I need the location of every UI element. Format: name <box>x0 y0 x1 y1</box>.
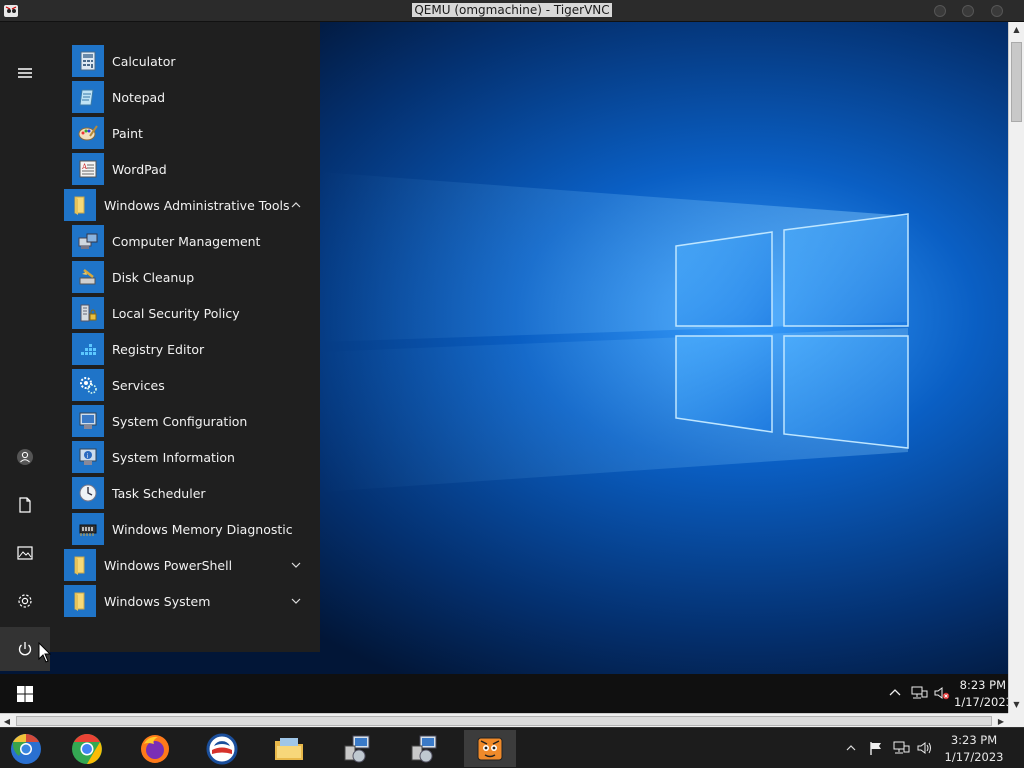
menu-item-calculator[interactable]: Calculator <box>72 44 320 78</box>
menu-group-windows-system[interactable]: Windows System <box>64 584 320 618</box>
hamburger-menu-button[interactable] <box>0 51 50 95</box>
taskbar-app-firefox[interactable] <box>129 730 181 767</box>
minimize-button[interactable] <box>934 5 946 17</box>
chevron-down-icon[interactable] <box>290 595 302 607</box>
user-avatar-icon <box>17 449 33 465</box>
chevron-down-icon[interactable] <box>290 559 302 571</box>
taskbar-app-network-computer-1[interactable] <box>330 730 382 767</box>
folder-icon <box>64 189 96 221</box>
documents-icon <box>19 497 31 513</box>
network-computer-icon <box>411 735 437 762</box>
scroll-right-arrow-icon[interactable]: ▶ <box>994 714 1008 728</box>
security-policy-icon <box>72 297 104 329</box>
scroll-up-arrow-icon[interactable]: ▲ <box>1009 22 1024 37</box>
paint-icon <box>72 117 104 149</box>
pictures-button[interactable] <box>0 531 50 575</box>
remote-clock-time: 8:23 PM <box>959 678 1006 692</box>
remote-clock[interactable]: 8:23 PM 1/17/2023 <box>954 677 1013 711</box>
notepad-icon <box>72 81 104 113</box>
taskbar-app-file-manager[interactable] <box>263 730 315 767</box>
host-volume-icon[interactable] <box>916 740 934 756</box>
scroll-corner <box>1008 713 1024 727</box>
menu-item-wordpad[interactable]: A WordPad <box>72 152 320 186</box>
settings-gear-icon <box>18 594 32 608</box>
obama-logo-icon <box>206 733 238 764</box>
documents-button[interactable] <box>0 483 50 527</box>
disk-cleanup-icon <box>72 261 104 293</box>
network-computer-icon <box>344 735 370 762</box>
action-center-flag-icon[interactable] <box>868 740 884 756</box>
host-taskbar: 3:23 PM 1/17/2023 <box>0 727 1024 768</box>
user-account-button[interactable] <box>0 435 50 479</box>
horizontal-scrollbar[interactable]: ◀ ▶ <box>0 713 1008 727</box>
vertical-scrollbar[interactable]: ▲ ▼ <box>1008 22 1024 713</box>
horizontal-scroll-thumb[interactable] <box>16 716 992 726</box>
start-menu-app-list: Calculator Notepad Paint A WordPad Windo… <box>50 22 320 652</box>
remote-clock-date: 1/17/2023 <box>954 695 1013 709</box>
svg-text:A: A <box>81 163 88 171</box>
system-configuration-icon <box>72 405 104 437</box>
mouse-cursor-icon <box>38 642 52 663</box>
menu-group-windows-administrative-tools[interactable]: Windows Administrative Tools <box>64 188 320 222</box>
folder-icon <box>64 585 96 617</box>
chrome-icon <box>72 733 102 764</box>
menu-item-notepad[interactable]: Notepad <box>72 80 320 114</box>
taskbar-app-network-computer-2[interactable] <box>397 730 449 767</box>
chevron-up-icon[interactable] <box>290 199 302 211</box>
scroll-down-arrow-icon[interactable]: ▼ <box>1009 697 1024 712</box>
windows-logo-icon <box>17 686 33 702</box>
host-tray-chevron-icon[interactable] <box>846 744 856 752</box>
system-information-icon: i <box>72 441 104 473</box>
maximize-button[interactable] <box>962 5 974 17</box>
settings-button[interactable] <box>0 579 50 623</box>
menu-item-services[interactable]: Services <box>72 368 320 402</box>
task-scheduler-clock-icon <box>72 477 104 509</box>
menu-item-computer-management[interactable]: Computer Management <box>72 224 320 258</box>
calculator-icon <box>72 45 104 77</box>
hamburger-menu-icon <box>18 68 32 78</box>
host-clock-time: 3:23 PM <box>950 733 998 747</box>
windows-start-button[interactable] <box>0 674 50 714</box>
menu-item-disk-cleanup[interactable]: Disk Cleanup <box>72 260 320 294</box>
menu-item-system-information[interactable]: i System Information <box>72 440 320 474</box>
volume-muted-icon[interactable] <box>933 685 951 701</box>
menu-item-paint[interactable]: Paint <box>72 116 320 150</box>
wordpad-icon: A <box>72 153 104 185</box>
remote-taskbar: 8:23 PM 1/17/2023 <box>0 674 1013 714</box>
vnc-title-bar[interactable]: QEMU (omgmachine) - TigerVNC <box>0 0 1024 22</box>
services-gear-icon <box>72 369 104 401</box>
taskbar-app-chrome[interactable] <box>61 730 113 767</box>
tigervnc-icon <box>477 737 503 760</box>
host-network-icon[interactable] <box>892 740 910 756</box>
start-menu-rail <box>0 22 50 671</box>
network-icon[interactable] <box>910 685 928 701</box>
menu-item-registry-editor[interactable]: Registry Editor <box>72 332 320 366</box>
menu-item-local-security-policy[interactable]: Local Security Policy <box>72 296 320 330</box>
power-icon <box>18 642 32 656</box>
show-hidden-icons-chevron-icon[interactable] <box>888 686 902 700</box>
menu-item-task-scheduler[interactable]: Task Scheduler <box>72 476 320 510</box>
scroll-left-arrow-icon[interactable]: ◀ <box>0 714 14 728</box>
taskbar-app-tigervnc[interactable] <box>464 730 516 767</box>
window-title: QEMU (omgmachine) - TigerVNC <box>412 3 612 17</box>
chromium-icon <box>11 733 41 764</box>
vertical-scroll-thumb[interactable] <box>1011 42 1022 122</box>
file-manager-icon <box>275 737 303 760</box>
host-clock[interactable]: 3:23 PM 1/17/2023 <box>944 732 1004 766</box>
registry-editor-icon <box>72 333 104 365</box>
folder-icon <box>64 549 96 581</box>
computer-management-icon <box>72 225 104 257</box>
menu-group-windows-powershell[interactable]: Windows PowerShell <box>64 548 320 582</box>
menu-item-windows-memory-diagnostic[interactable]: Windows Memory Diagnostic <box>72 512 320 546</box>
screen: QEMU (omgmachine) - TigerVNC Calculator … <box>0 0 1024 768</box>
pictures-icon <box>17 546 33 560</box>
firefox-icon <box>141 734 169 763</box>
host-clock-date: 1/17/2023 <box>944 750 1004 764</box>
close-button[interactable] <box>991 5 1003 17</box>
taskbar-app-obama-logo[interactable] <box>196 730 248 767</box>
memory-chip-icon <box>72 513 104 545</box>
taskbar-app-chromium[interactable] <box>0 730 52 767</box>
menu-item-system-configuration[interactable]: System Configuration <box>72 404 320 438</box>
